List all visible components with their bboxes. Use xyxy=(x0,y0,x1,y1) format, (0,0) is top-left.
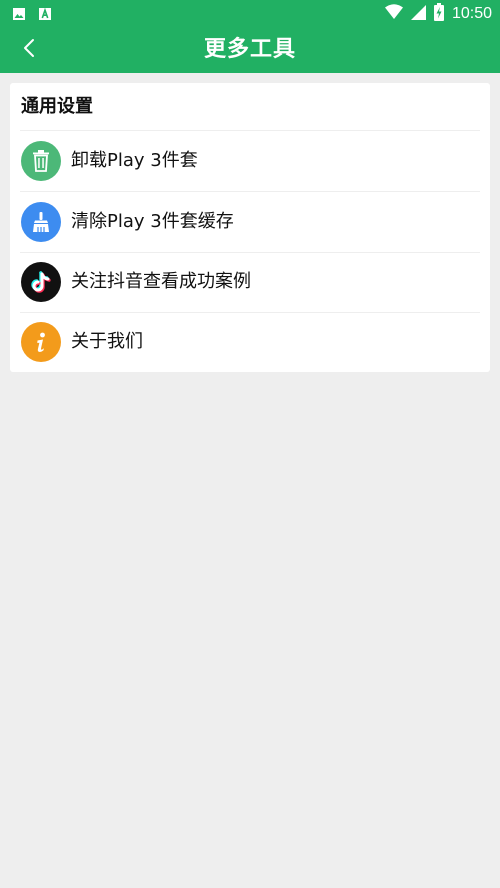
cellular-icon xyxy=(410,4,426,24)
gallery-icon xyxy=(12,6,26,25)
page-title: 更多工具 xyxy=(203,37,296,62)
broom-icon xyxy=(21,202,61,242)
tiktok-icon xyxy=(21,262,61,302)
status-bar: 10:50 xyxy=(0,0,500,27)
status-time: 10:50 xyxy=(451,5,492,22)
menu-label: 关注抖音查看成功案例 xyxy=(71,271,251,292)
follow-douyin-item[interactable]: 关注抖音查看成功案例 xyxy=(10,252,490,312)
app-bar: 更多工具 xyxy=(0,27,500,73)
clear-cache-item[interactable]: 清除Play 3件套缓存 xyxy=(10,192,490,252)
menu-label: 清除Play 3件套缓存 xyxy=(71,211,234,232)
info-icon xyxy=(21,322,61,362)
status-left-icons xyxy=(12,6,52,25)
about-us-item[interactable]: 关于我们 xyxy=(10,312,490,372)
status-right-icons: 10:50 xyxy=(384,3,492,25)
text-app-icon xyxy=(38,6,52,25)
menu-label: 关于我们 xyxy=(71,331,143,352)
battery-charging-icon xyxy=(433,3,444,25)
uninstall-play-item[interactable]: 卸载Play 3件套 xyxy=(10,131,490,191)
section-title: 通用设置 xyxy=(21,96,93,117)
trash-icon xyxy=(21,141,61,181)
wifi-icon xyxy=(384,4,403,24)
menu-label: 卸载Play 3件套 xyxy=(71,150,198,171)
settings-card: 通用设置 卸载Play 3件套 清除Play 3件套缓存 关注抖音查看成功案例 … xyxy=(10,83,490,372)
